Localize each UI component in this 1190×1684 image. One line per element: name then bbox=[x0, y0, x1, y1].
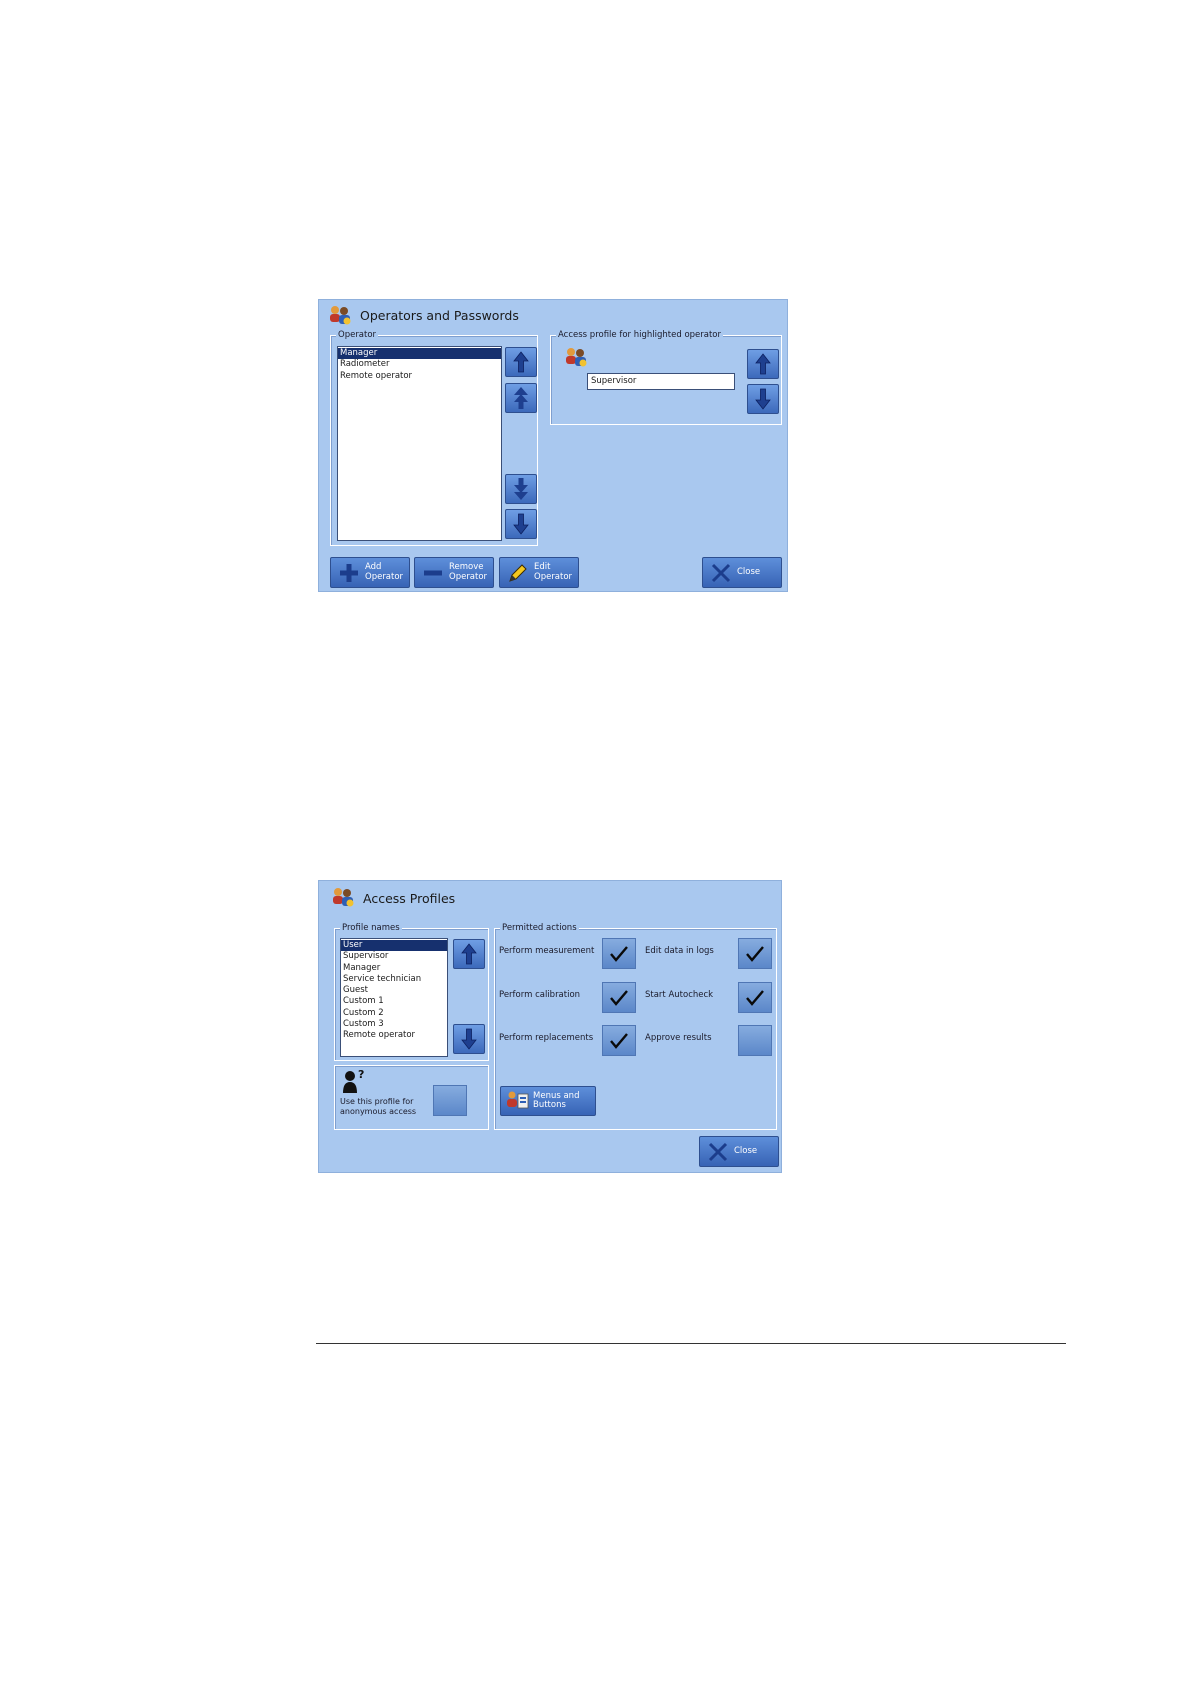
close-label: Close bbox=[737, 566, 761, 577]
anonymous-user-icon: ? bbox=[343, 1068, 364, 1093]
action-label: Perform calibration bbox=[499, 990, 581, 1000]
list-item[interactable]: Custom 3 bbox=[341, 1019, 447, 1030]
profile-list[interactable]: User Supervisor Manager Service technici… bbox=[340, 938, 448, 1057]
operator-list[interactable]: Manager Radiometer Remote operator bbox=[337, 346, 502, 541]
minus-icon bbox=[424, 570, 442, 575]
approve-results-checkbox[interactable] bbox=[738, 1025, 772, 1056]
list-item[interactable]: Remote operator bbox=[338, 371, 501, 382]
checkmark-icon bbox=[610, 1032, 628, 1049]
move-to-bottom-button[interactable] bbox=[505, 474, 537, 504]
edit-operator-label: Edit Operator bbox=[534, 562, 573, 582]
plus-icon bbox=[340, 563, 358, 582]
page-divider bbox=[316, 1343, 1066, 1344]
perform-calibration-checkbox[interactable] bbox=[602, 982, 636, 1013]
arrow-up-icon bbox=[755, 353, 771, 375]
list-item[interactable]: Guest bbox=[341, 985, 447, 996]
list-item[interactable]: Manager bbox=[341, 963, 447, 974]
operators-icon bbox=[333, 888, 354, 907]
profile-group-label: Profile names bbox=[340, 922, 402, 934]
menus-and-buttons-label: Menus and Buttons bbox=[533, 1090, 580, 1110]
window-title: Operators and Passwords bbox=[360, 308, 519, 323]
access-profile-group: Access profile for highlighted operator … bbox=[550, 329, 782, 425]
pencil-icon bbox=[509, 563, 527, 582]
double-arrow-down-icon bbox=[514, 478, 528, 500]
menus-icon bbox=[507, 1091, 529, 1109]
operator-group-label: Operator bbox=[336, 329, 379, 341]
action-label: Start Autocheck bbox=[645, 990, 714, 1000]
operator-group: Operator Manager Radiometer Remote opera… bbox=[330, 329, 538, 546]
edit-data-in-logs-checkbox[interactable] bbox=[738, 938, 772, 969]
start-autocheck-checkbox[interactable] bbox=[738, 982, 772, 1013]
list-item[interactable]: Service technician bbox=[341, 974, 447, 985]
anonymous-label: Use this profile for anonymous access bbox=[340, 1097, 417, 1116]
list-item[interactable]: Radiometer bbox=[338, 359, 501, 370]
list-item[interactable]: Custom 1 bbox=[341, 996, 447, 1007]
close-icon bbox=[711, 563, 731, 582]
actions-group-label: Permitted actions bbox=[500, 922, 579, 934]
action-label: Perform measurement bbox=[499, 946, 595, 956]
remove-operator-label: Remove Operator bbox=[449, 562, 488, 582]
list-item[interactable]: Manager bbox=[338, 348, 501, 360]
move-to-top-button[interactable] bbox=[505, 383, 537, 413]
list-item[interactable]: Custom 2 bbox=[341, 1008, 447, 1019]
operators-window: Operators and Passwords Operator Manager… bbox=[318, 299, 788, 592]
profile-field[interactable]: Supervisor bbox=[587, 373, 735, 390]
edit-operator-button[interactable]: Edit Operator bbox=[499, 557, 579, 588]
profile-icon bbox=[566, 348, 587, 367]
arrow-up-icon bbox=[461, 943, 477, 965]
access-profiles-window: Access Profiles Profile names User Super… bbox=[318, 880, 782, 1173]
move-down-button[interactable] bbox=[505, 509, 537, 539]
svg-text:?: ? bbox=[358, 1068, 364, 1081]
anonymous-group: ? Use this profile for anonymous access bbox=[334, 1065, 489, 1130]
profile-up-button[interactable] bbox=[747, 349, 779, 379]
move-up-button[interactable] bbox=[505, 347, 537, 377]
arrow-down-icon bbox=[755, 388, 771, 410]
close-button[interactable]: Close bbox=[699, 1136, 779, 1167]
arrow-up-icon bbox=[513, 351, 529, 373]
permitted-actions-group: Permitted actions Perform measurement Ed… bbox=[494, 922, 777, 1130]
access-group-label: Access profile for highlighted operator bbox=[556, 329, 723, 341]
profile-names-group: Profile names User Supervisor Manager Se… bbox=[334, 922, 489, 1061]
menus-and-buttons-button[interactable]: Menus and Buttons bbox=[500, 1086, 596, 1116]
window-title: Access Profiles bbox=[363, 891, 456, 906]
list-item[interactable]: Remote operator bbox=[341, 1030, 447, 1041]
double-arrow-up-icon bbox=[514, 387, 528, 409]
action-label: Edit data in logs bbox=[645, 946, 714, 956]
profile-up-button[interactable] bbox=[453, 939, 485, 969]
checkmark-icon bbox=[610, 945, 628, 962]
close-label: Close bbox=[734, 1145, 758, 1156]
action-label: Approve results bbox=[645, 1033, 712, 1043]
arrow-down-icon bbox=[461, 1028, 477, 1050]
profile-down-button[interactable] bbox=[747, 384, 779, 414]
checkmark-icon bbox=[746, 989, 764, 1006]
list-item[interactable]: Supervisor bbox=[341, 951, 447, 962]
operators-icon bbox=[330, 306, 351, 325]
checkmark-icon bbox=[746, 945, 764, 962]
profile-down-button[interactable] bbox=[453, 1024, 485, 1054]
perform-replacements-checkbox[interactable] bbox=[602, 1025, 636, 1056]
perform-measurement-checkbox[interactable] bbox=[602, 938, 636, 969]
list-item[interactable]: User bbox=[341, 940, 447, 952]
action-label: Perform replacements bbox=[499, 1033, 594, 1043]
add-operator-button[interactable]: Add Operator bbox=[330, 557, 410, 588]
arrow-down-icon bbox=[513, 513, 529, 535]
close-icon bbox=[708, 1142, 728, 1161]
close-button[interactable]: Close bbox=[702, 557, 782, 588]
checkmark-icon bbox=[610, 989, 628, 1006]
anonymous-checkbox[interactable] bbox=[433, 1085, 467, 1116]
add-operator-label: Add Operator bbox=[365, 562, 404, 582]
remove-operator-button[interactable]: Remove Operator bbox=[414, 557, 494, 588]
